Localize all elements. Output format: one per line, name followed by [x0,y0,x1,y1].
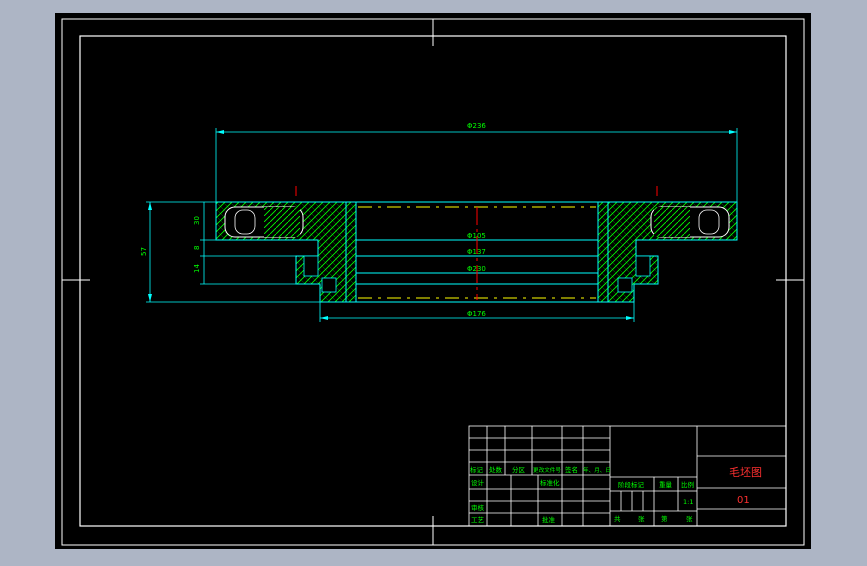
dim-height-b: 8 [193,246,201,250]
tb-design: 设计 [471,478,485,487]
tb-change-doc: 更改文件号 [533,466,561,474]
part-name: 毛坯图 [729,466,762,479]
drawing-sheet [55,13,811,549]
tb-process: 工艺 [471,516,485,524]
dim-bore-1: Φ105 [467,232,486,240]
drawing-canvas: Φ236 Φ105 Φ137 Φ230 Φ176 57 30 8 14 标记 处… [55,13,811,549]
dim-top-width: Φ236 [467,122,486,130]
tb-zone: 分区 [512,465,526,474]
tb-scale: 比例 [681,480,694,489]
tb-mark: 标记 [470,465,484,474]
tb-sheet-no: 第 [661,514,668,523]
dim-height-a: 30 [193,216,201,225]
drawing-number: 01 [737,495,750,506]
dim-bore-2: Φ137 [467,248,486,256]
tb-weight: 重量 [659,481,673,489]
tb-sign: 签名 [565,465,578,474]
dim-height-c: 14 [193,264,201,273]
dim-bottom-width: Φ176 [467,310,486,318]
tb-standardize: 标准化 [540,478,560,487]
tb-sheet-word: 张 [638,514,645,523]
dim-overall-height: 57 [140,247,148,256]
dim-bore-3: Φ230 [467,265,486,273]
tb-sheet-word-2: 张 [686,514,693,523]
tb-review: 审核 [471,503,485,512]
tb-sheet-total: 共 [614,514,621,523]
tb-approve: 批准 [542,515,556,524]
tb-scale-value: 1:1 [683,498,693,506]
tb-stage-mark: 阶段标记 [618,480,645,489]
cad-viewport: Φ236 Φ105 Φ137 Φ230 Φ176 57 30 8 14 标记 处… [0,0,867,562]
tb-date: 年、月、日 [583,466,611,474]
tb-count: 处数 [489,465,503,474]
